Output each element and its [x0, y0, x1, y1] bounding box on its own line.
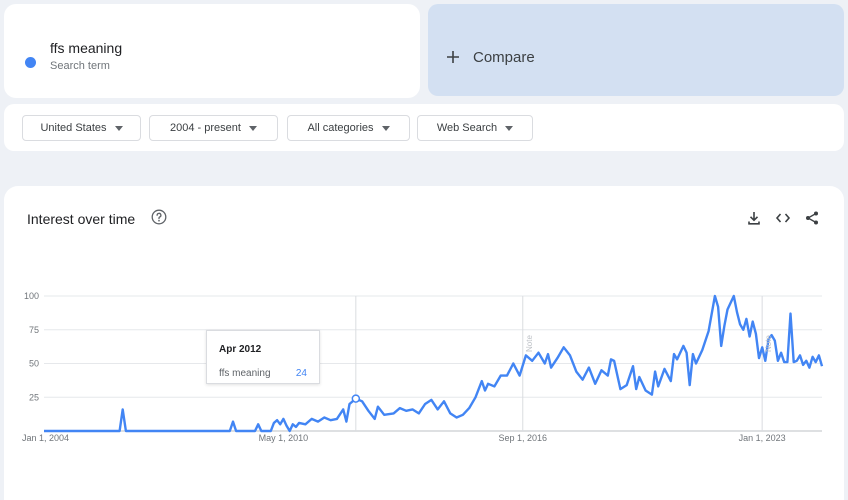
tooltip-term: ffs meaning [219, 368, 271, 379]
x-tick-label: Sep 1, 2016 [498, 433, 547, 443]
tooltip-value: 24 [295, 368, 307, 379]
y-tick-label: 50 [29, 359, 39, 369]
note-label: Note [525, 335, 534, 352]
tooltip-date: Apr 2012 [219, 344, 262, 355]
y-tick-label: 100 [24, 291, 39, 301]
interest-over-time-chart[interactable]: 100 75 50 25 Jan 1, 2004 May 1, 2010 Sep 1, 20… [0, 0, 848, 500]
hover-point [351, 394, 361, 403]
x-tick-label: May 1, 2010 [259, 433, 309, 443]
y-tick-label: 25 [29, 392, 39, 402]
y-tick-label: 75 [29, 325, 39, 335]
chart-tooltip: Apr 2012 ffs meaning 24 [206, 330, 320, 384]
note-label: Note [764, 335, 773, 352]
x-tick-label: Jan 1, 2004 [22, 433, 69, 443]
x-tick-label: Jan 1, 2023 [739, 433, 786, 443]
